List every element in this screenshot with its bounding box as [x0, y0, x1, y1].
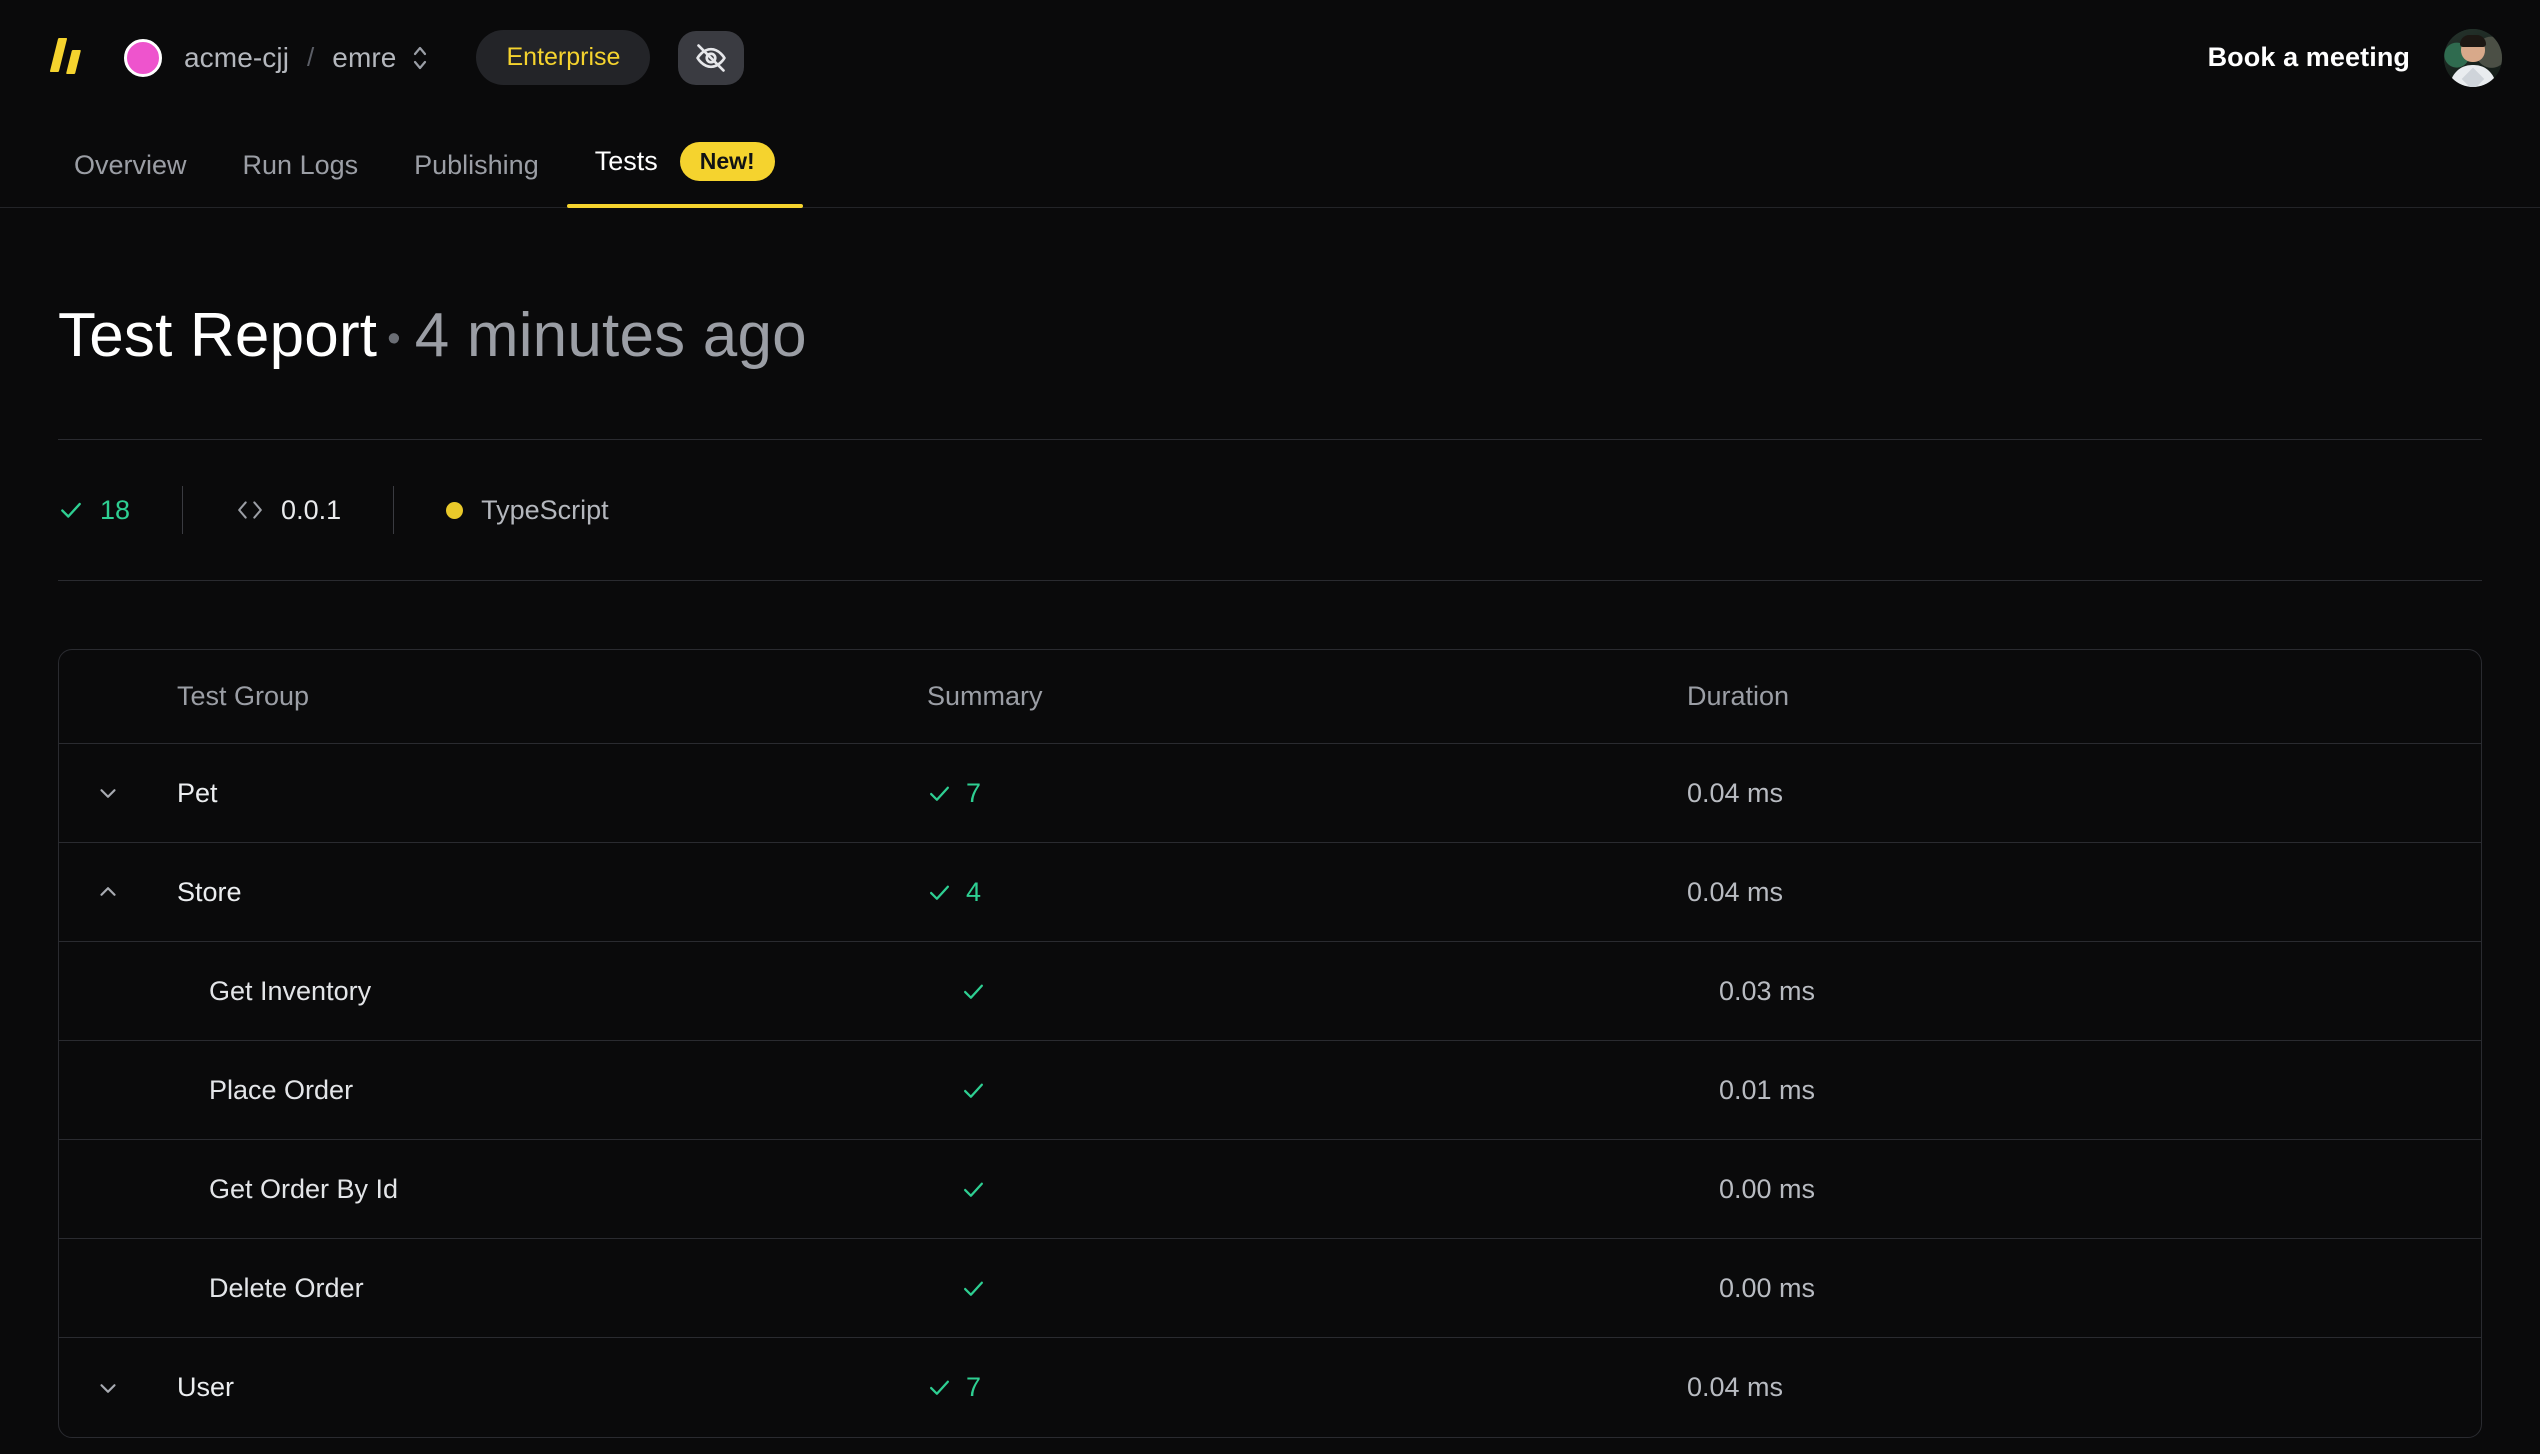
logo-bar-2 — [66, 49, 81, 74]
check-icon — [961, 1177, 986, 1202]
row-duration: 0.04 ms — [1687, 777, 1784, 808]
header-test-group: Test Group — [177, 681, 310, 711]
main-content: Test Report • 4 minutes ago 18 0.0.1 Typ… — [0, 300, 2540, 1438]
summary-pass-single — [927, 1177, 986, 1202]
org-avatar[interactable] — [124, 38, 162, 77]
summary-pass-single — [927, 979, 986, 1004]
tab-overview-label: Overview — [74, 150, 187, 180]
check-icon — [961, 1078, 986, 1103]
meta-passed-count: 18 — [58, 495, 130, 526]
page-timestamp: 4 minutes ago — [414, 301, 807, 370]
tab-publishing[interactable]: Publishing — [386, 150, 567, 207]
summary-count: 4 — [966, 876, 982, 907]
row-summary — [927, 1078, 1687, 1103]
row-summary — [927, 1177, 1687, 1202]
meta-language: TypeScript — [446, 495, 609, 526]
chevron-up-icon[interactable] — [59, 879, 157, 905]
summary-pass-group: 7 — [927, 1372, 981, 1403]
user-avatar[interactable] — [2444, 28, 2502, 87]
row-test-group-name: User — [177, 1372, 235, 1402]
code-brackets-icon — [235, 497, 265, 523]
table-header-row: Test Group Summary Duration — [59, 650, 2481, 744]
eye-off-icon[interactable] — [678, 30, 745, 85]
row-test-name: Place Order — [209, 1074, 354, 1105]
row-summary — [927, 1276, 1687, 1301]
plan-badge[interactable]: Enterprise — [476, 30, 651, 85]
avatar-hair — [2460, 34, 2486, 47]
check-icon — [961, 979, 986, 1004]
chevron-down-icon[interactable] — [59, 780, 157, 806]
title-separator-dot: • — [387, 318, 401, 361]
table-row[interactable]: Place Order 0.01 ms — [59, 1041, 2481, 1140]
row-duration: 0.00 ms — [1719, 1272, 1816, 1303]
logo-bar-1 — [49, 37, 68, 72]
breadcrumb-workspace[interactable]: emre — [332, 42, 396, 74]
meta-version-value: 0.0.1 — [281, 494, 342, 525]
table-row[interactable]: Get Inventory 0.03 ms — [59, 942, 2481, 1041]
row-duration: 0.03 ms — [1719, 975, 1816, 1006]
header-summary: Summary — [927, 681, 1043, 711]
table-row[interactable]: Pet 7 0.04 ms — [59, 744, 2481, 843]
check-icon — [961, 1276, 986, 1301]
nav-tab-list: Overview Run Logs Publishing Tests New! — [46, 142, 803, 208]
page-title: Test Report • 4 minutes ago — [58, 300, 2482, 371]
row-test-name: Get Inventory — [209, 975, 372, 1006]
table-row[interactable]: Store 4 0.04 ms — [59, 843, 2481, 942]
test-report-table: Test Group Summary Duration Pet 7 0.04 m… — [58, 649, 2482, 1438]
summary-pass-group: 7 — [927, 778, 981, 809]
row-test-group-name: Store — [177, 876, 242, 907]
meta-language-value: TypeScript — [481, 494, 609, 525]
row-summary: 7 — [927, 778, 1687, 809]
summary-pass-single — [927, 1078, 986, 1103]
summary-count: 7 — [966, 1372, 982, 1402]
tab-publishing-label: Publishing — [414, 150, 539, 180]
chevron-down-icon[interactable] — [59, 1375, 157, 1401]
row-duration: 0.00 ms — [1719, 1173, 1816, 1204]
check-icon — [58, 497, 84, 523]
meta-version: 0.0.1 — [235, 495, 341, 526]
check-icon — [927, 781, 952, 806]
top-bar: acme-cjj / emre Enterprise Book a meetin… — [0, 0, 2540, 115]
breadcrumb-separator: / — [307, 42, 315, 72]
table-row[interactable]: User 7 0.04 ms — [59, 1338, 2481, 1437]
summary-pass-group: 4 — [927, 877, 981, 908]
breadcrumb-org[interactable]: acme-cjj — [184, 42, 289, 74]
summary-count: 7 — [966, 777, 982, 808]
speakeasy-logo-icon[interactable] — [46, 34, 88, 82]
row-test-name: Delete Order — [209, 1272, 364, 1303]
divider-bottom — [58, 580, 2482, 581]
tab-run-logs[interactable]: Run Logs — [215, 150, 387, 207]
meta-passed-value: 18 — [100, 494, 131, 525]
tab-run-logs-label: Run Logs — [242, 150, 359, 180]
row-test-group-name: Pet — [177, 777, 218, 808]
language-dot-icon — [446, 501, 464, 519]
primary-nav: Overview Run Logs Publishing Tests New! — [0, 115, 2540, 208]
row-duration: 0.04 ms — [1687, 876, 1784, 907]
row-summary: 7 — [927, 1372, 1687, 1403]
table-row[interactable]: Get Order By Id 0.00 ms — [59, 1140, 2481, 1239]
chevron-up-down-icon[interactable] — [410, 41, 430, 75]
tab-tests-new-badge: New! — [679, 142, 775, 181]
book-a-meeting-link[interactable]: Book a meeting — [2208, 42, 2410, 73]
tab-overview[interactable]: Overview — [46, 150, 215, 207]
summary-pass-single — [927, 1276, 986, 1301]
check-icon — [927, 880, 952, 905]
row-duration: 0.01 ms — [1719, 1074, 1816, 1105]
tab-tests-label: Tests — [594, 146, 658, 176]
row-summary — [927, 979, 1687, 1004]
tab-tests[interactable]: Tests New! — [566, 142, 803, 208]
report-meta-row: 18 0.0.1 TypeScript — [58, 440, 2482, 580]
check-icon — [927, 1375, 952, 1400]
meta-divider-1 — [182, 486, 184, 534]
row-summary: 4 — [927, 877, 1687, 908]
meta-divider-2 — [393, 486, 395, 534]
row-test-name: Get Order By Id — [209, 1173, 399, 1204]
row-duration: 0.04 ms — [1687, 1372, 1784, 1402]
header-duration: Duration — [1687, 681, 1790, 711]
table-row[interactable]: Delete Order 0.00 ms — [59, 1239, 2481, 1338]
page-title-text: Test Report — [58, 301, 378, 370]
